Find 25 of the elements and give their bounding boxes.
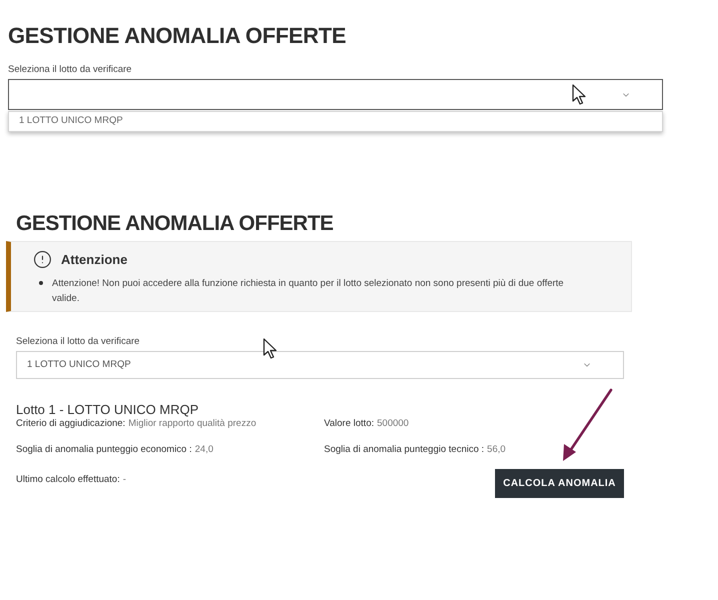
field-value: 500000: [377, 418, 409, 430]
field-value: Miglior rapporto qualità prezzo: [128, 418, 256, 430]
field-label: Soglia di anomalia punteggio tecnico :: [324, 444, 484, 456]
page-title: GESTIONE ANOMALIA OFFERTE: [16, 211, 334, 237]
field-label: Seleziona il lotto da verificare: [8, 64, 133, 76]
lot-select[interactable]: [8, 79, 663, 110]
field-label: Criterio di aggiudicazione:: [16, 418, 126, 430]
field-value: 56,0: [487, 444, 506, 456]
alert-message: Attenzione! Non puoi accedere alla funzione richiesta in quanto per il lotto selezionato non sono presenti più di due offerte valide.: [52, 276, 565, 306]
calculate-button[interactable]: CALCOLA ANOMALIA: [495, 469, 624, 498]
field-label: Ultimo calcolo effettuato:: [16, 474, 120, 486]
mouse-pointer-icon: [263, 338, 277, 359]
lot-select[interactable]: 1 LOTTO UNICO MRQP: [16, 351, 624, 379]
bullet-icon: [39, 280, 43, 284]
alert-title: Attenzione: [61, 251, 128, 269]
dropdown-option[interactable]: 1 LOTTO UNICO MRQP: [9, 112, 662, 131]
mouse-pointer-icon: [572, 84, 586, 105]
field-label: Seleziona il lotto da verificare: [16, 336, 141, 348]
field-value: 24,0: [194, 444, 214, 456]
field-label: Valore lotto:: [324, 418, 374, 430]
lot-heading: Lotto 1 - LOTTO UNICO MRQP: [16, 401, 199, 418]
exclamation-circle-icon: [33, 250, 52, 270]
page-title: GESTIONE ANOMALIA OFFERTE: [8, 22, 346, 50]
field-value: -: [122, 474, 126, 486]
field-label: Soglia di anomalia punteggio economico :: [16, 444, 192, 456]
